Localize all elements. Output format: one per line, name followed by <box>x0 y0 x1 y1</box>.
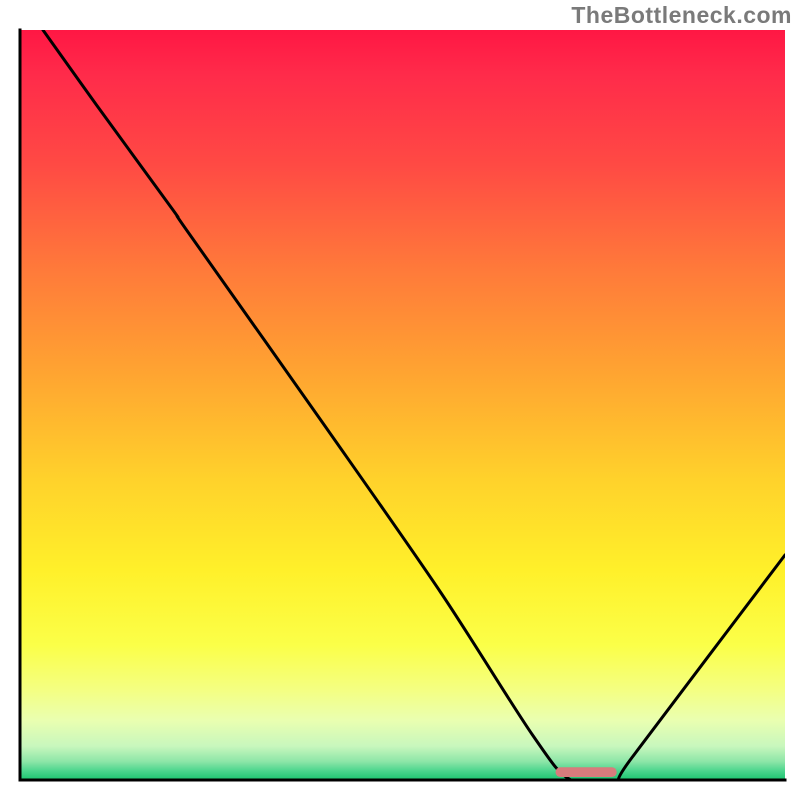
gradient-background <box>20 30 785 780</box>
optimal-marker <box>556 767 617 777</box>
chart-container: TheBottleneck.com <box>0 0 800 800</box>
watermark-text: TheBottleneck.com <box>571 2 792 29</box>
bottleneck-chart <box>0 0 800 800</box>
